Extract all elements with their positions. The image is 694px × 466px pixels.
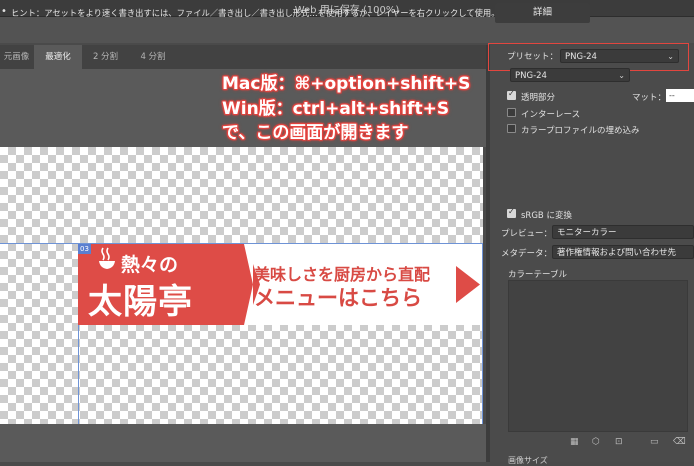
color-table[interactable]: [508, 280, 688, 432]
annotation-win-shortcut: Win版：ctrl+alt+shift+S: [222, 99, 450, 119]
trash-icon[interactable]: ⌫: [673, 437, 686, 447]
color-table-label: カラーテーブル: [508, 270, 567, 280]
annotation-mac-shortcut: Mac版：⌘+option+shift+S: [222, 74, 471, 94]
preset-select[interactable]: PNG-24 ⌄: [560, 49, 679, 63]
brand-name: 太陽亭: [88, 282, 193, 322]
preset-value: PNG-24: [565, 52, 597, 62]
interlaced-label: インターレース: [521, 110, 581, 120]
preview-label: プレビュー：: [501, 229, 553, 239]
preset-label: プリセット：: [507, 52, 559, 62]
slice-guide-right: [482, 243, 483, 424]
matte-label: マット：: [632, 93, 667, 103]
embed-profile-label: カラープロファイルの埋め込み: [521, 126, 640, 136]
annotation-note: で、この画面が開きます: [222, 123, 409, 143]
format-value: PNG-24: [515, 71, 547, 81]
srgb-label: sRGB に変換: [521, 211, 572, 221]
transparency-label: 透明部分: [521, 93, 556, 103]
lightbulb-icon: •: [1, 6, 7, 17]
image-size-label: 画像サイズ: [508, 456, 548, 465]
preview-canvas-bottom: [0, 424, 486, 462]
preview-value: モニターカラー: [557, 228, 617, 238]
lock-icon[interactable]: ⊡: [615, 437, 623, 447]
detail-button[interactable]: 詳細: [495, 3, 590, 23]
promo-line-2: メニューはこちら: [254, 286, 422, 310]
metadata-label: メタデータ：: [501, 249, 553, 259]
format-select[interactable]: PNG-24 ⌄: [510, 68, 630, 82]
hint-text: ヒント：アセットをより速く書き出すには、ファイル／書き出し／書き出し形式…を使用…: [11, 8, 500, 18]
interlaced-checkbox[interactable]: [507, 108, 516, 117]
new-color-icon[interactable]: ▭: [650, 437, 659, 447]
transparency-checkbox[interactable]: [507, 89, 516, 100]
tab-optimized[interactable]: 最適化: [34, 45, 82, 69]
chevron-down-icon: ⌄: [667, 52, 674, 61]
metadata-select[interactable]: 著作権情報および問い合わせ先: [552, 245, 694, 259]
srgb-checkbox[interactable]: [507, 207, 516, 218]
map-colors-icon[interactable]: ▦: [570, 437, 579, 447]
chevron-down-icon: ⌄: [618, 71, 625, 80]
tab-4up[interactable]: 4 分割: [129, 45, 177, 69]
matte-select[interactable]: --: [666, 89, 694, 102]
brand-tagline: 熱々の: [121, 254, 179, 276]
preview-select[interactable]: モニターカラー: [552, 225, 694, 239]
steaming-bowl-icon: [99, 247, 115, 269]
tab-original[interactable]: 元画像: [0, 45, 33, 69]
slice-number-badge: 03: [78, 244, 91, 254]
tab-2up[interactable]: 2 分割: [83, 45, 128, 69]
web-snap-icon[interactable]: ⬡: [592, 437, 600, 447]
metadata-value: 著作権情報および問い合わせ先: [557, 248, 677, 258]
embed-profile-checkbox[interactable]: [507, 124, 516, 133]
